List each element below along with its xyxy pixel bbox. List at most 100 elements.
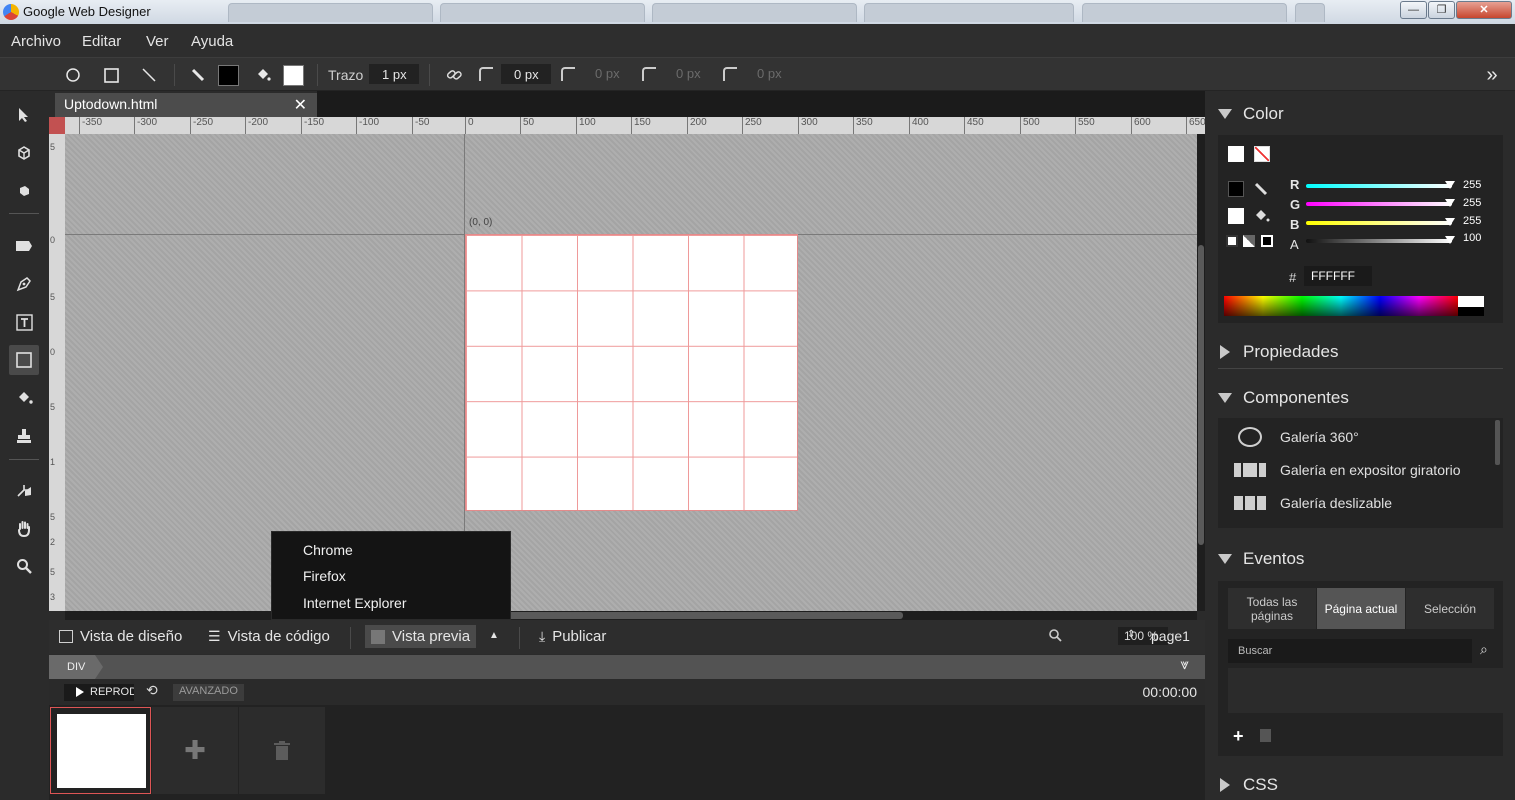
line-shape-icon[interactable] (138, 58, 160, 92)
minimize-button[interactable]: — (1400, 1, 1427, 19)
green-slider[interactable] (1306, 199, 1455, 207)
components-scrollbar[interactable] (1495, 420, 1500, 465)
alpha-value[interactable]: 100 (1463, 232, 1481, 244)
pen-stroke-icon[interactable] (187, 58, 209, 92)
horizontal-ruler[interactable]: -350 -300 -250 -200 -150 -100 -50 0 50 1… (65, 117, 1205, 134)
3d-rotation-tool-icon[interactable] (9, 176, 39, 206)
corner-radius-input[interactable]: 0 px (664, 64, 714, 84)
swap-colors-icon[interactable] (1243, 235, 1255, 247)
horizontal-scrollbar-thumb[interactable] (480, 612, 903, 619)
vertical-scrollbar-thumb[interactable] (1198, 245, 1204, 545)
pen-tool-icon[interactable] (9, 269, 39, 299)
component-item[interactable]: Galería deslizable (1218, 486, 1493, 519)
page-canvas[interactable] (465, 234, 798, 511)
white-color-swatch[interactable] (1228, 146, 1244, 162)
menu-ayuda[interactable]: Ayuda (191, 33, 233, 50)
preview-firefox-item[interactable]: Firefox (303, 568, 346, 584)
search-icon[interactable]: ⌕ (1480, 641, 1488, 658)
maximize-button[interactable]: ❐ (1428, 1, 1455, 19)
fill-color-swatch[interactable] (1228, 208, 1244, 224)
link-corners-icon[interactable] (443, 58, 465, 92)
document-tab[interactable]: Uptodown.html ✕ (55, 93, 317, 117)
stroke-color-swatch[interactable] (1228, 181, 1244, 197)
color-section-header[interactable]: Color (1218, 104, 1284, 124)
green-value[interactable]: 255 (1463, 197, 1481, 209)
add-event-button[interactable]: + (1233, 726, 1244, 747)
tab-all-pages[interactable]: Todas las páginas (1228, 588, 1316, 629)
stroke-color-swatch[interactable] (218, 65, 239, 86)
corner-radius-input[interactable]: 0 px (583, 64, 633, 84)
hand-tool-icon[interactable] (9, 513, 39, 543)
black-white-picker[interactable] (1458, 296, 1484, 316)
tag-tool-icon[interactable] (9, 231, 39, 261)
color-spectrum[interactable] (1224, 296, 1458, 316)
collapse-timeline-icon[interactable]: ⩔ (1181, 656, 1189, 673)
undo-icon[interactable]: ⟲ (146, 682, 158, 699)
events-section-header[interactable]: Eventos (1218, 549, 1304, 569)
browser-tab[interactable] (652, 3, 857, 22)
tab-selection[interactable]: Selección (1406, 588, 1494, 629)
browser-tab[interactable] (864, 3, 1074, 22)
vertical-ruler[interactable]: 5 0 5 0 5 1 5 2 5 3 (49, 117, 65, 611)
play-timeline-button[interactable]: REPRODUCIR (64, 684, 134, 701)
text-tool-icon[interactable] (9, 307, 39, 337)
design-view-button[interactable]: Vista de diseño (59, 628, 182, 645)
selection-tool-icon[interactable] (9, 100, 39, 130)
preview-dropdown-icon[interactable]: ▲ (489, 630, 499, 641)
menu-archivo[interactable]: Archivo (11, 33, 61, 50)
alpha-slider[interactable] (1306, 236, 1455, 244)
menu-editar[interactable]: Editar (82, 33, 121, 50)
advanced-mode-button[interactable]: AVANZADO (173, 684, 244, 701)
fill-bucket-icon[interactable] (252, 58, 274, 92)
fill-color-swatch[interactable] (283, 65, 304, 86)
preview-chrome-item[interactable]: Chrome (303, 542, 353, 558)
browser-tab[interactable] (1082, 3, 1287, 22)
browser-tab[interactable] (440, 3, 645, 22)
close-window-button[interactable]: ✕ (1456, 1, 1512, 19)
events-search-input[interactable]: Buscar (1228, 639, 1472, 663)
blue-slider[interactable] (1306, 218, 1455, 226)
code-view-button[interactable]: ☰ Vista de código (208, 628, 330, 645)
components-section-header[interactable]: Componentes (1218, 388, 1349, 408)
tool-palette (0, 91, 48, 800)
preview-ie-item[interactable]: Internet Explorer (303, 595, 407, 611)
stamp-tool-icon[interactable] (9, 421, 39, 451)
corner-radius-input[interactable]: 0 px (501, 64, 551, 84)
add-page-icon[interactable]: ✚ (152, 707, 238, 794)
browser-tab[interactable] (228, 3, 433, 22)
paint-bucket-tool-icon[interactable] (9, 383, 39, 413)
rectangle-shape-icon[interactable] (100, 58, 122, 92)
oval-shape-icon[interactable] (62, 58, 84, 92)
publish-button[interactable]: ⤓ Publicar (539, 628, 606, 645)
design-stage[interactable]: (0, 0) (65, 134, 1197, 611)
hex-color-input[interactable]: FFFFFF (1304, 266, 1372, 286)
preview-button[interactable]: Vista previa (365, 625, 477, 648)
component-item[interactable]: Galería 360° (1218, 420, 1493, 453)
rectangle-tool-icon[interactable] (9, 345, 39, 375)
zoom-stepper-icon[interactable]: ⇕ (1127, 629, 1135, 640)
delete-page-icon[interactable] (239, 707, 325, 794)
delete-event-icon[interactable] (1260, 729, 1271, 742)
no-color-swatch[interactable] (1254, 146, 1270, 162)
tab-current-page[interactable]: Página actual (1317, 588, 1405, 629)
blue-value[interactable]: 255 (1463, 215, 1481, 227)
page-selector[interactable]: page1 (1151, 628, 1190, 644)
collapse-toolbar-icon[interactable]: » (1478, 58, 1506, 92)
menu-ver[interactable]: Ver (146, 33, 169, 50)
close-tab-icon[interactable]: ✕ (294, 95, 307, 115)
3d-object-tool-icon[interactable] (9, 138, 39, 168)
stroke-width-input[interactable]: 1 px (369, 64, 419, 84)
new-tab-button[interactable] (1295, 3, 1325, 22)
css-section-header[interactable]: CSS (1218, 775, 1278, 795)
default-colors-icon[interactable] (1226, 235, 1238, 247)
red-slider[interactable] (1306, 181, 1455, 189)
3d-translate-tool-icon[interactable] (9, 475, 39, 505)
corner-radius-input[interactable]: 0 px (745, 64, 795, 84)
page-thumbnail[interactable] (50, 707, 151, 794)
invert-colors-icon[interactable] (1261, 235, 1273, 247)
red-value[interactable]: 255 (1463, 179, 1481, 191)
component-item[interactable]: Galería en expositor giratorio (1218, 453, 1493, 486)
breadcrumb-div[interactable]: DIV (49, 655, 103, 679)
zoom-tool-icon[interactable] (9, 551, 39, 581)
properties-section-header[interactable]: Propiedades (1218, 342, 1338, 362)
